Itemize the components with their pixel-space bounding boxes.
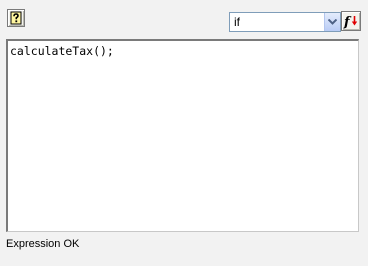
status-text: Expression OK <box>6 238 80 250</box>
expression-editor[interactable]: calculateTax(); <box>6 39 359 232</box>
help-icon <box>10 11 22 25</box>
svg-text:f: f <box>343 15 352 29</box>
chevron-down-icon <box>328 19 337 25</box>
statement-select[interactable]: if <box>229 12 341 32</box>
expression-text: calculateTax(); <box>10 44 114 58</box>
dropdown-arrow-button[interactable] <box>324 13 340 31</box>
function-icon: f <box>343 15 358 29</box>
help-button[interactable] <box>7 9 25 27</box>
statement-select-value: if <box>234 15 240 29</box>
insert-function-button[interactable]: f <box>341 11 361 31</box>
